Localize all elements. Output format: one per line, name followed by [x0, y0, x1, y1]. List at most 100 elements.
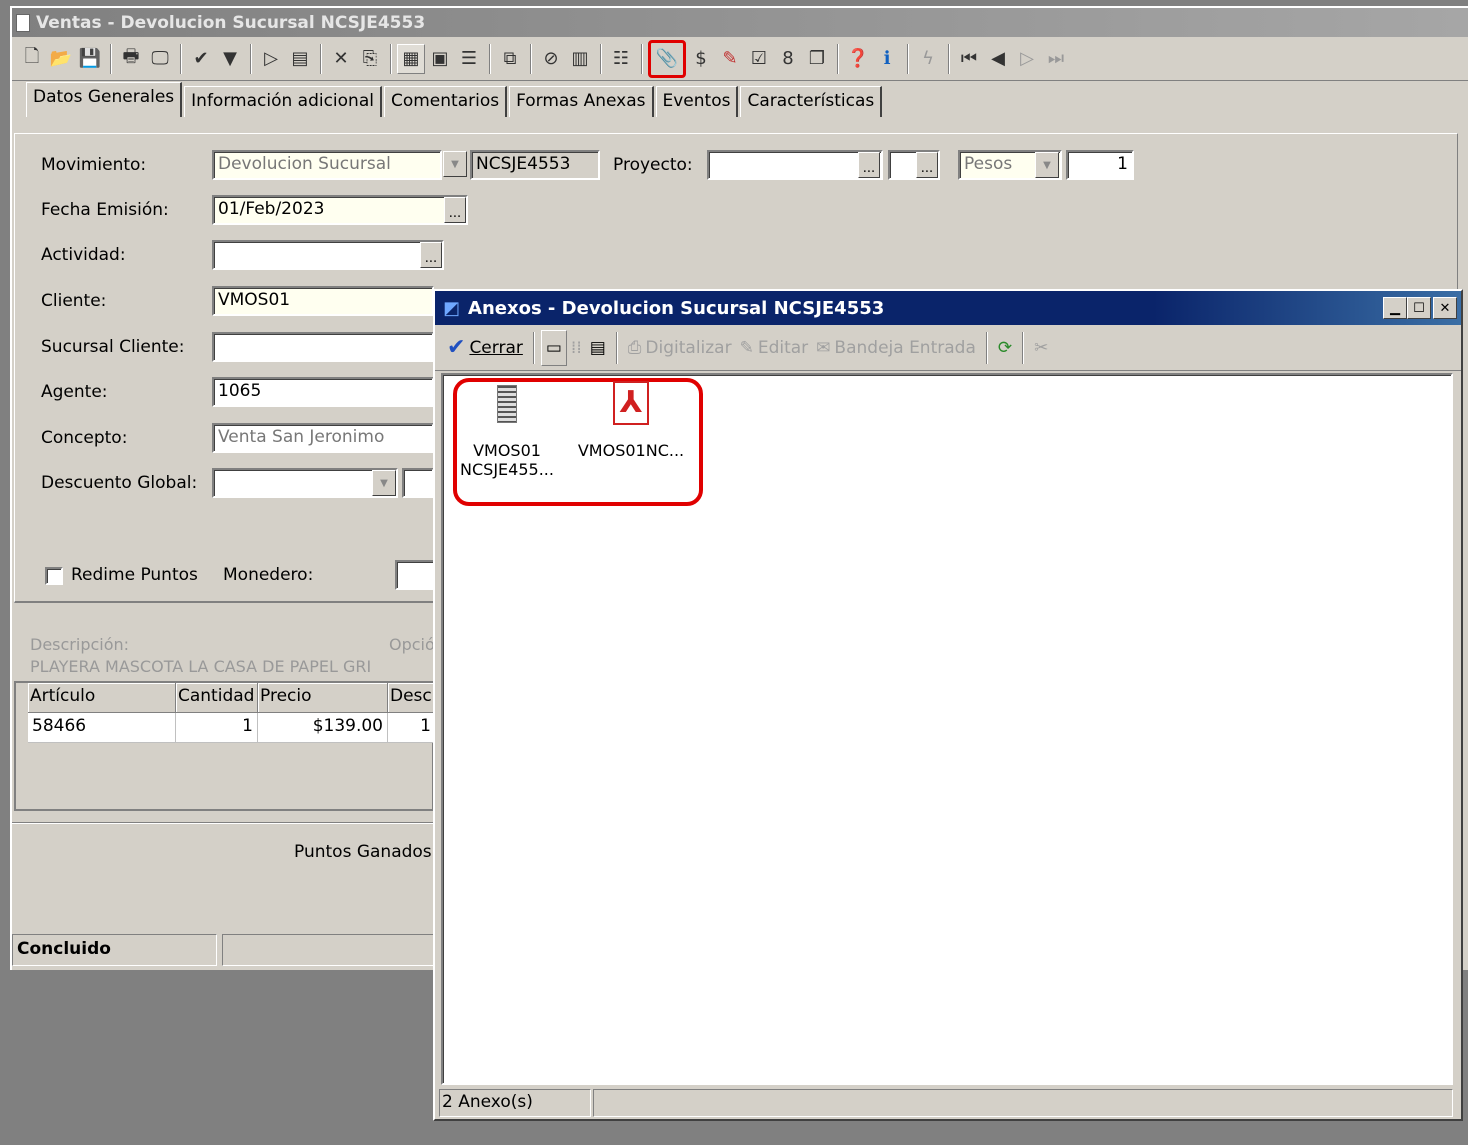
- anexos-title: Anexos - Devolucion Sucursal NCSJE4553: [468, 297, 885, 319]
- cerrar-button[interactable]: ✔ Cerrar: [443, 330, 527, 366]
- anexos-count: 2 Anexo(s): [439, 1089, 591, 1117]
- proyecto-field[interactable]: [707, 150, 883, 180]
- agente-field[interactable]: 1065: [212, 377, 434, 407]
- bullet-list-icon[interactable]: ☷: [607, 44, 635, 74]
- grid-cell-precio[interactable]: $139.00: [258, 713, 388, 743]
- grid-header-precio[interactable]: Precio: [258, 683, 388, 713]
- form-view-icon[interactable]: ▣: [426, 44, 454, 74]
- monedero-field[interactable]: [395, 560, 435, 590]
- descuento-global-field[interactable]: [212, 468, 398, 498]
- new-icon[interactable]: 🗋: [18, 44, 46, 74]
- editar-button[interactable]: ✎ Editar: [736, 330, 813, 366]
- play-icon[interactable]: ▷: [257, 44, 285, 74]
- tab-eventos[interactable]: Eventos: [655, 86, 739, 117]
- anexos-file-area: VMOS01 NCSJE455... ⅄ VMOS01NC...: [441, 373, 1453, 1085]
- tab-datos-generales[interactable]: Datos Generales: [26, 82, 183, 117]
- help-icon[interactable]: ❓: [844, 44, 872, 74]
- folio-field: NCSJE4553: [470, 150, 600, 180]
- proyecto-sub-lookup-button[interactable]: ...: [916, 152, 938, 178]
- barcode-icon[interactable]: ▥: [566, 44, 594, 74]
- info-icon[interactable]: ℹ: [873, 44, 901, 74]
- proyecto-lookup-button[interactable]: ...: [858, 152, 880, 178]
- approve-icon[interactable]: ✎: [716, 44, 744, 74]
- concepto-field[interactable]: Venta San Jeronimo: [212, 423, 434, 453]
- tipo-cambio-field[interactable]: 1: [1066, 150, 1134, 180]
- grid-view-icon[interactable]: ▦: [397, 43, 425, 74]
- main-title: Ventas - Devolucion Sucursal NCSJE4553: [36, 12, 426, 33]
- puntos-ganados-label: Puntos Ganados:: [294, 842, 438, 862]
- previous-record-icon[interactable]: ◀: [984, 44, 1012, 74]
- descripcion-value: PLAYERA MASCOTA LA CASA DE PAPEL GRI: [30, 657, 372, 676]
- tab-comentarios[interactable]: Comentarios: [383, 86, 508, 117]
- duplicate-icon[interactable]: ⧉: [496, 44, 524, 74]
- bandeja-entrada-button[interactable]: ✉ Bandeja Entrada: [812, 330, 980, 366]
- grid-header-articulo[interactable]: Artículo: [28, 683, 176, 713]
- actividad-lookup-button[interactable]: ...: [420, 242, 442, 268]
- grid-cell-cantidad[interactable]: 1: [176, 713, 258, 743]
- close-button[interactable]: ✕: [1433, 297, 1457, 319]
- opciones-label: Opció: [389, 635, 435, 654]
- text-document-icon: [497, 385, 517, 423]
- edit-icon: ✎: [739, 337, 754, 358]
- maximize-button[interactable]: ☐: [1407, 297, 1431, 319]
- money-icon[interactable]: $: [687, 44, 715, 74]
- concepto-label: Concepto:: [41, 428, 128, 448]
- grid-header-desc[interactable]: Desc: [388, 683, 436, 713]
- descuento-dropdown-button[interactable]: ▼: [372, 470, 396, 496]
- save-icon[interactable]: 💾: [76, 44, 104, 74]
- copy-doc-icon[interactable]: ⎘: [356, 44, 384, 74]
- tools-icon[interactable]: ✂: [1030, 330, 1052, 366]
- document-icon: [16, 13, 30, 32]
- chain-icon[interactable]: 8: [774, 44, 802, 74]
- main-toolbar: 🗋 📂 💾 🖶 🖵 ✔ ▼ ▷ ▤ ✕ ⎘ ▦ ▣ ☰ ⧉ ⊘ ▥ ☷ 📎 $ …: [12, 37, 1468, 81]
- link-icon[interactable]: ⊘: [537, 44, 565, 74]
- fecha-emision-field[interactable]: 01/Feb/2023: [212, 195, 468, 225]
- tab-caracteristicas[interactable]: Características: [740, 86, 883, 117]
- print-icon[interactable]: 🖶: [117, 44, 145, 74]
- moneda-dropdown-button[interactable]: ▼: [1035, 152, 1059, 178]
- small-icons-view-icon[interactable]: ⁞⁞: [567, 330, 586, 366]
- cfdi-icon[interactable]: ▤: [286, 44, 314, 74]
- movimiento-field[interactable]: Devolucion Sucursal: [212, 150, 442, 180]
- minimize-button[interactable]: ▁: [1383, 297, 1407, 319]
- preview-icon[interactable]: 🖵: [146, 44, 174, 74]
- tab-informacion-adicional[interactable]: Información adicional: [184, 86, 382, 117]
- anexos-status-pane: [593, 1089, 1453, 1117]
- list-view-icon[interactable]: ☰: [455, 44, 483, 74]
- fecha-emision-label: Fecha Emisión:: [41, 200, 169, 220]
- actividad-field[interactable]: [212, 240, 444, 270]
- file-item[interactable]: ⅄ VMOS01NC...: [571, 381, 691, 460]
- agente-label: Agente:: [41, 382, 108, 402]
- file-item[interactable]: VMOS01 NCSJE455...: [447, 385, 567, 479]
- open-folder-icon[interactable]: 📂: [47, 44, 75, 74]
- filter-icon[interactable]: ▼: [216, 44, 244, 74]
- first-record-icon[interactable]: ⏮: [955, 44, 983, 74]
- descuento-value-field[interactable]: [402, 468, 434, 498]
- next-record-icon[interactable]: ▷: [1013, 44, 1041, 74]
- movimiento-label: Movimiento:: [41, 155, 147, 175]
- attachment-icon[interactable]: 📎: [648, 39, 686, 78]
- cliente-field[interactable]: VMOS01: [212, 286, 434, 316]
- checklist-icon[interactable]: ☑: [745, 44, 773, 74]
- fecha-lookup-button[interactable]: ...: [444, 197, 466, 223]
- refresh-icon[interactable]: ⟳: [994, 330, 1016, 366]
- sucursal-cliente-field[interactable]: [212, 332, 434, 362]
- movimiento-dropdown-button[interactable]: ▼: [443, 151, 467, 177]
- last-record-icon[interactable]: ⏭: [1042, 44, 1070, 74]
- details-view-icon[interactable]: ▤: [586, 330, 610, 366]
- windows-icon[interactable]: ❐: [803, 44, 831, 74]
- sucursal-cliente-label: Sucursal Cliente:: [41, 337, 185, 357]
- cancel-icon[interactable]: ✕: [327, 44, 355, 74]
- anexos-dialog: ◩ Anexos - Devolucion Sucursal NCSJE4553…: [433, 289, 1463, 1121]
- grid-cell-desc[interactable]: 1: [388, 713, 436, 743]
- large-icons-view-icon[interactable]: ▭: [540, 329, 567, 366]
- lightning-icon[interactable]: ϟ: [914, 44, 942, 74]
- redime-puntos-checkbox[interactable]: [45, 567, 63, 585]
- grid-header-cantidad[interactable]: Cantidad: [176, 683, 258, 713]
- envelope-icon: ✉: [816, 337, 831, 358]
- tab-bar: Datos Generales Información adicional Co…: [12, 81, 1468, 117]
- digitalizar-button[interactable]: ⎙ Digitalizar: [624, 330, 736, 366]
- tab-formas-anexas[interactable]: Formas Anexas: [509, 86, 654, 117]
- grid-cell-articulo[interactable]: 58466: [28, 713, 176, 743]
- spellcheck-icon[interactable]: ✔: [187, 44, 215, 74]
